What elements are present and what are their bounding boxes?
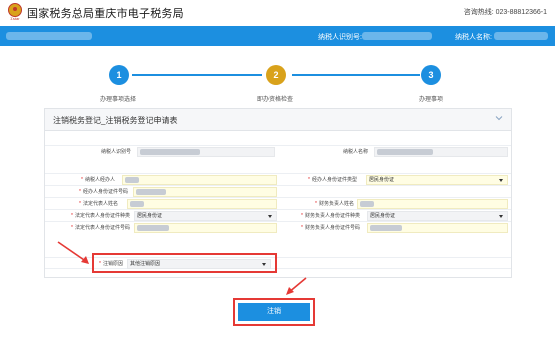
agent-id-no-field[interactable] [133,187,277,197]
site-title: 国家税务总局重庆市电子税务局 [27,8,184,20]
form-row: * 法定代表人身份证件号码 * 财务负责人身份证件号码 [45,221,511,233]
page: Σstar 国家税务总局重庆市电子税务局 咨询热线: 023-88812366-… [0,0,555,342]
step-3-circle: 3 [421,65,441,85]
hotline-text: 咨询热线: 023-88812366-1 [463,9,547,16]
blurred-taxpayer-id [362,32,432,40]
step-connector [132,74,262,76]
taxpayer-name-field-label: 纳税人名称 [343,149,369,155]
form-row: * 纳税人经办人 * 经办人身份证件类型 居民身份证 [45,173,511,185]
agent-label: * 纳税人经办人 [81,177,115,183]
form-row: * 法定代表人姓名 * 财务负责人姓名 [45,197,511,209]
finance-head-id-no-label: * 财务负责人身份证件号码 [301,225,360,231]
chevron-down-icon [499,179,503,182]
site-header: Σstar 国家税务总局重庆市电子税务局 咨询热线: 023-88812366-… [0,0,555,26]
blurred-company-name [6,32,92,40]
form-row: * 经办人身份证件号码 [45,185,511,197]
finance-head-id-no-field[interactable] [367,223,508,233]
user-info-bar: 纳税人识别号: 纳税人名称: [0,26,555,46]
legal-rep-name-field[interactable] [127,199,277,209]
legal-rep-id-no-label: * 法定代表人身份证件号码 [71,225,130,231]
panel-header[interactable]: 注销税务登记_注销税务登记申请表 [45,109,511,131]
legal-rep-id-no-field[interactable] [134,223,277,233]
blurred-taxpayer-name [494,32,548,40]
cancel-reason-highlight [92,253,277,273]
agent-id-type-label: * 经办人身份证件类型 [308,177,357,183]
chevron-down-icon [268,215,272,218]
step-2-circle: 2 [266,65,286,85]
step-2-label: 即办资格检查 [257,97,294,103]
step-1-label: 办理事项选择 [100,97,137,103]
taxpayer-id-field[interactable] [137,147,275,157]
cancel-registration-button[interactable]: 注销 [238,303,310,321]
form-title: 注销税务登记_注销税务登记申请表 [53,116,178,125]
legal-rep-id-type-select[interactable]: 居民身份证 [134,211,277,221]
legal-rep-id-type-label: * 法定代表人身份证件种类 [71,213,130,219]
form-row: * 法定代表人身份证件种类 居民身份证 * 财务负责人身份证件种类 居民身份证 [45,209,511,221]
finance-head-name-field[interactable] [357,199,508,209]
finance-head-name-label: * 财务负责人姓名 [315,201,354,207]
tax-emblem-icon: Σstar [7,3,23,21]
chevron-down-icon [499,215,503,218]
finance-head-id-type-label: * 财务负责人身份证件种类 [301,213,360,219]
chevron-down-icon[interactable] [495,114,503,122]
agent-id-type-select[interactable]: 居民身份证 [366,175,508,185]
taxpayer-id-field-label: 纳税人识别号 [101,149,132,155]
taxpayer-id-label: 纳税人识别号: [318,34,362,41]
agent-id-no-label: * 经办人身份证件号码 [79,189,128,195]
annotation-arrow-icon [286,277,307,295]
legal-rep-name-label: * 法定代表人姓名 [79,201,118,207]
step-1-circle: 1 [109,65,129,85]
taxpayer-name-field[interactable] [374,147,508,157]
finance-head-id-type-select[interactable]: 居民身份证 [367,211,508,221]
step-3-label: 办理事项 [419,97,444,103]
form-row: 纳税人识别号 纳税人名称 [45,145,511,157]
taxpayer-name-label: 纳税人名称: [455,34,492,41]
agent-name-field[interactable] [122,175,277,185]
annotation-arrow-icon [57,241,89,264]
step-connector [292,74,420,76]
